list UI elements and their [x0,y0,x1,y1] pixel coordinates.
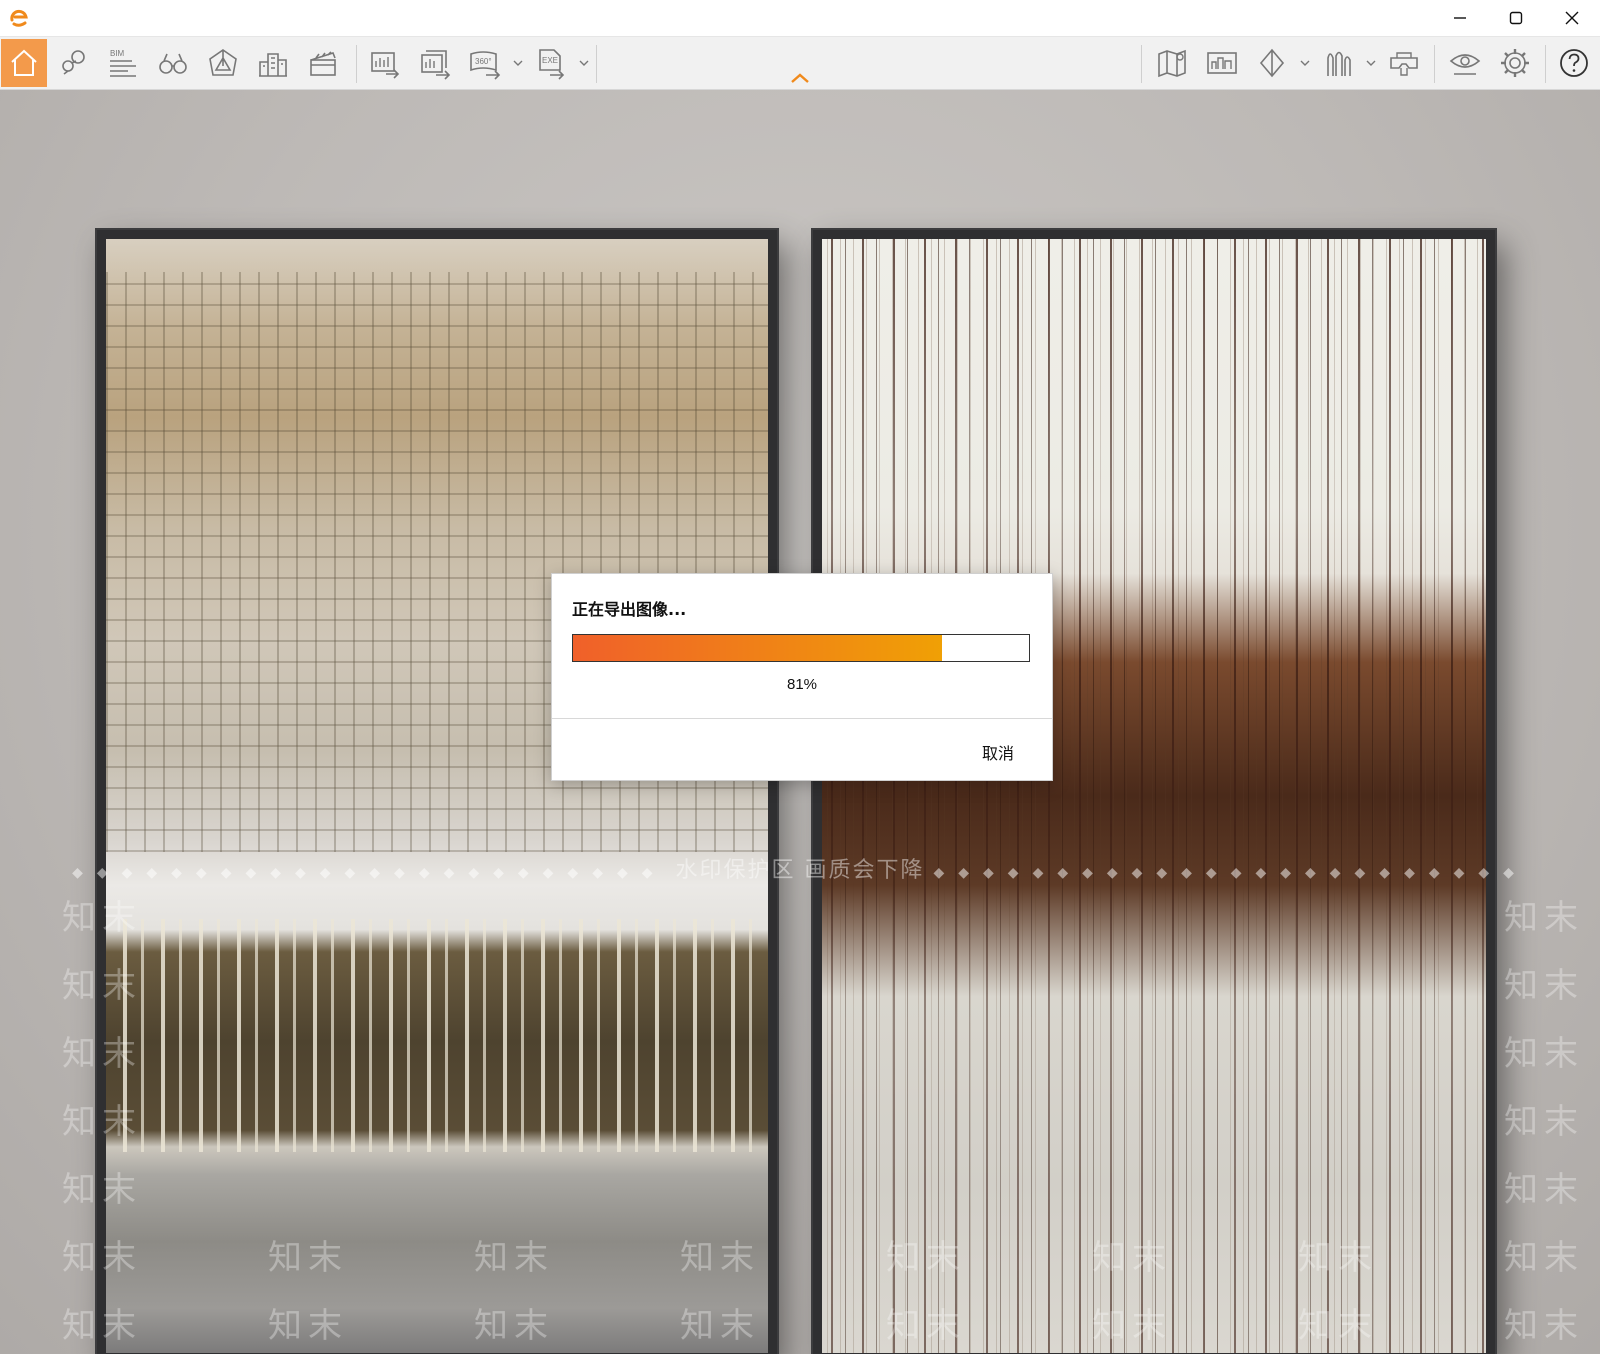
animation-button[interactable] [300,39,346,87]
material-sphere-icon [1259,48,1285,78]
trees-icon [1327,51,1351,76]
svg-text:360°: 360° [475,57,492,66]
svg-text:EXE: EXE [542,56,558,65]
export-image-button[interactable] [362,39,408,87]
main-toolbar: BIM 360° EXE [0,37,1600,90]
camera-3d-button[interactable] [200,39,246,87]
export-exe-dropdown-icon[interactable] [578,57,590,69]
home-icon [11,49,37,76]
artwork-streak-texture [822,239,1486,1353]
map-icon [1158,49,1186,78]
vr-button[interactable] [1381,39,1427,87]
painting-frame-left [97,230,777,1354]
export-progress-bar [572,634,1030,662]
clapperboard-icon [310,51,336,76]
watermark-tile: 知末 [1504,966,1584,1006]
watermark-tile: 知末 [1504,898,1584,938]
watermark-tile: 知末 [1504,1238,1584,1278]
help-icon [1560,49,1588,77]
watermark-tile: 知末 [1504,1306,1584,1346]
export-360-icon: 360° [470,51,501,80]
markers-button[interactable] [50,39,96,87]
title-bar [0,0,1600,37]
preview-button[interactable] [1442,39,1488,87]
maximize-button[interactable] [1488,0,1544,36]
minimize-button[interactable] [1432,0,1488,36]
close-button[interactable] [1544,0,1600,36]
settings-button[interactable] [1492,39,1538,87]
perspective-cube-icon [209,49,237,76]
watermark-tile: 知末 [1504,1034,1584,1074]
export-360-dropdown-icon[interactable] [512,57,524,69]
close-icon [1565,11,1579,25]
gear-icon [1501,49,1529,77]
toolbar-separator [1545,45,1546,83]
minimize-icon [1454,17,1466,19]
export-image-icon [371,52,400,79]
export-exe-button[interactable]: EXE [528,39,574,87]
painting-canvas-left [106,239,768,1353]
dialog-title: 正在导出图像... [572,600,687,619]
map-button[interactable] [1149,39,1195,87]
progress-bar-fill [573,635,943,661]
bim-button[interactable]: BIM [100,39,146,87]
cancel-button[interactable]: 取消 [972,734,1024,770]
material-dropdown-icon[interactable] [1299,57,1311,69]
binoculars-icon [159,53,187,74]
help-button[interactable] [1551,39,1597,87]
watermark-tile: 知末 [1504,1102,1584,1142]
toolbar-separator [596,45,597,83]
abstract-artwork-left [106,239,768,1353]
watermark-tile: 知末 [1504,1170,1584,1210]
home-button[interactable] [1,39,47,87]
artwork-drip-texture [106,918,768,1153]
export-batch-icon [421,50,451,80]
svg-text:BIM: BIM [110,49,125,58]
export-batch-button[interactable] [412,39,458,87]
abstract-artwork-right [822,239,1486,1353]
toolbar-separator [1141,45,1142,83]
export-progress-dialog: 正在导出图像... 81% 取消 [551,573,1053,781]
view-button[interactable] [150,39,196,87]
dialog-divider [552,718,1052,719]
material-button[interactable] [1249,39,1295,87]
toolbar-separator [356,45,357,83]
painting-frame-right [813,230,1495,1354]
maximize-icon [1509,11,1523,25]
location-pin-icon [62,50,85,75]
export-360-button[interactable]: 360° [462,39,508,87]
buildings-button[interactable] [250,39,296,87]
collapse-toolbar-icon[interactable] [788,71,812,85]
progress-percentage: 81% [786,676,818,693]
eye-icon [1449,54,1481,75]
export-exe-icon: EXE [539,49,565,80]
vr-headset-icon [1390,52,1418,76]
display-board-icon [1207,52,1237,74]
toolbar-separator [1434,45,1435,83]
vegetation-dropdown-icon[interactable] [1365,57,1377,69]
display-button[interactable] [1199,39,1245,87]
painting-canvas-right [822,239,1486,1353]
app-logo-icon [10,9,28,27]
bim-icon: BIM [110,49,136,77]
buildings-icon [259,53,287,77]
vegetation-button[interactable] [1315,39,1361,87]
